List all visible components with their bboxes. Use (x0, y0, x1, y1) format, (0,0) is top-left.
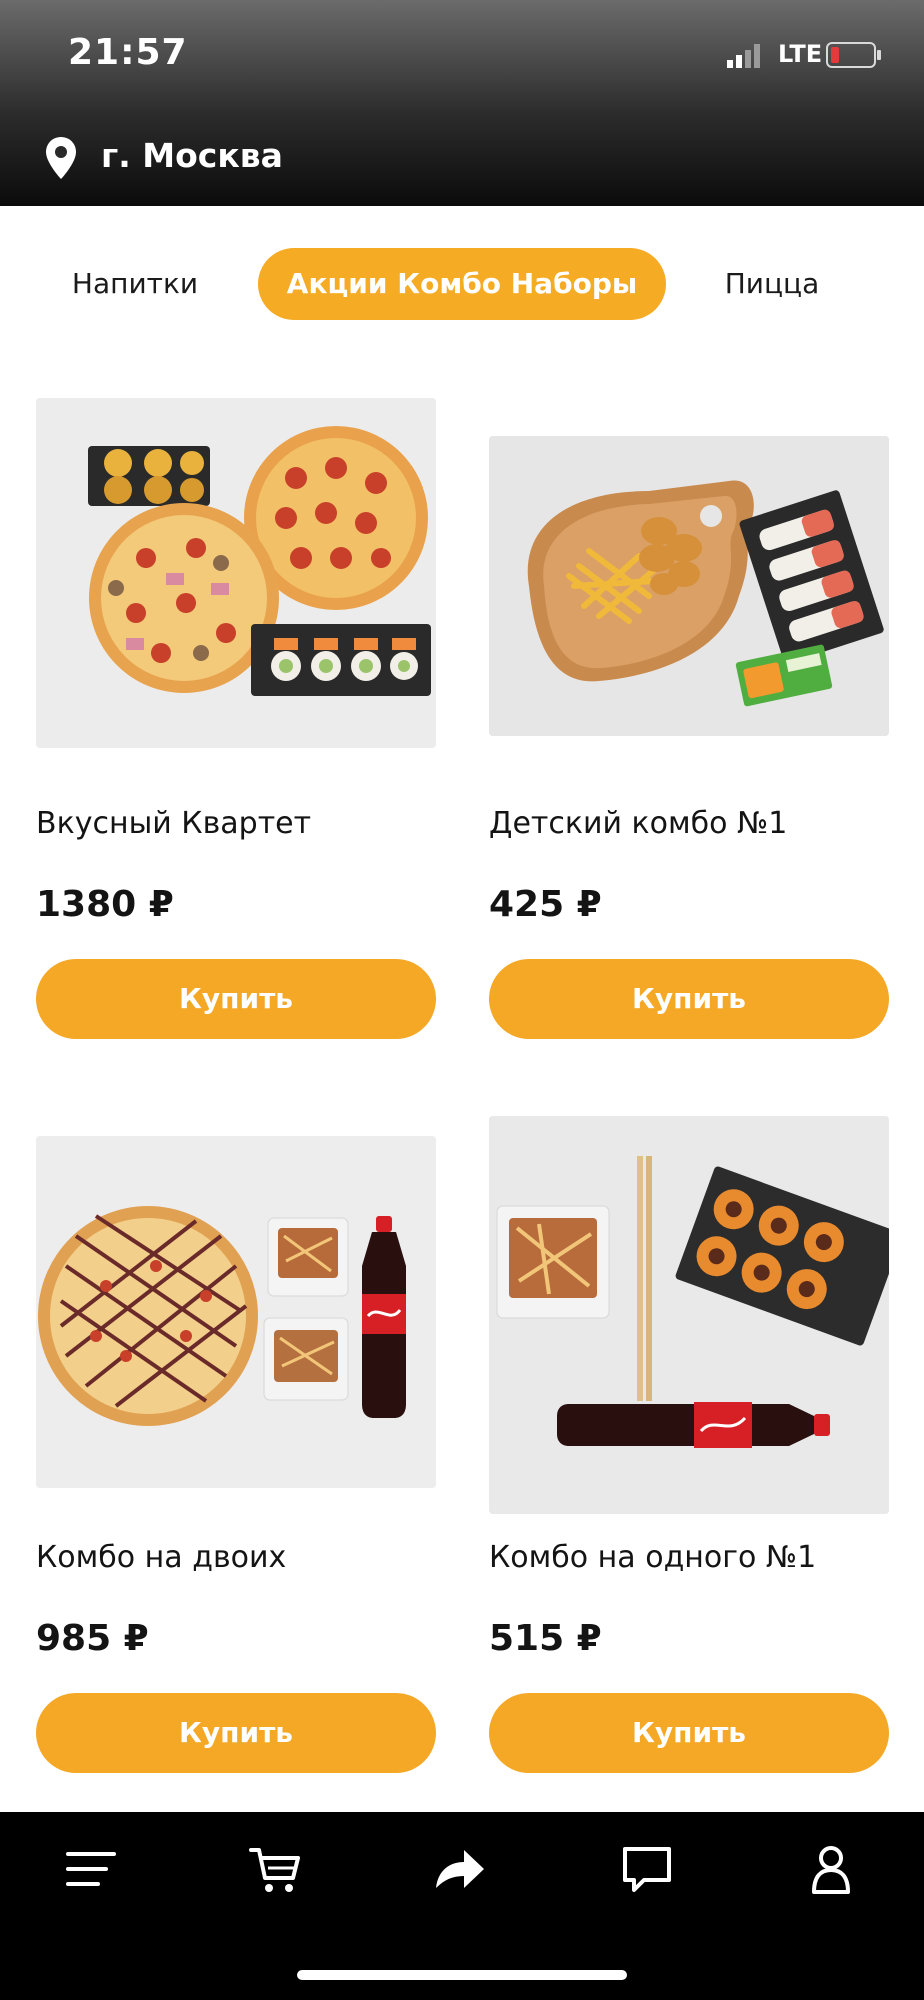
network-type: LTE (778, 40, 823, 68)
combo-for-two-photo (36, 1136, 436, 1488)
product-image[interactable] (36, 398, 436, 748)
product-price: 425 ₽ (489, 884, 602, 925)
product-name: Комбо на двоих (36, 1540, 287, 1575)
buy-button[interactable]: Купить (489, 1693, 889, 1773)
buy-button[interactable]: Купить (489, 959, 889, 1039)
product-name: Комбо на одного №1 (489, 1540, 817, 1575)
battery-low-icon (826, 42, 881, 68)
profile-icon[interactable] (804, 1842, 858, 1896)
combo-for-one-photo (489, 1116, 889, 1514)
product-image[interactable] (36, 1136, 436, 1488)
signal-bars-icon (727, 44, 760, 68)
buy-button[interactable]: Купить (36, 1693, 436, 1773)
product-name: Вкусный Квартет (36, 806, 312, 841)
home-indicator (297, 1970, 627, 1980)
city-selector[interactable]: г. Москва (101, 136, 283, 175)
share-icon[interactable] (432, 1842, 486, 1896)
location-pin-icon[interactable] (44, 136, 78, 180)
product-price: 515 ₽ (489, 1618, 602, 1659)
app-header: 21:57 LTE г. Москва (0, 0, 924, 206)
combo-quartet-photo (36, 398, 436, 748)
buy-button[interactable]: Купить (36, 959, 436, 1039)
product-image[interactable] (489, 1116, 889, 1514)
product-name: Детский комбо №1 (489, 806, 788, 841)
product-image[interactable] (489, 436, 889, 736)
product-price: 1380 ₽ (36, 884, 174, 925)
kids-combo-photo (489, 436, 889, 736)
cart-icon[interactable] (248, 1842, 302, 1896)
product-price: 985 ₽ (36, 1618, 149, 1659)
chat-icon[interactable] (620, 1842, 674, 1896)
menu-icon[interactable] (64, 1842, 118, 1896)
status-time: 21:57 (68, 32, 188, 73)
tab-combo-sets[interactable]: Акции Комбо Наборы (258, 248, 666, 320)
tab-pizza[interactable]: Пицца (712, 248, 832, 320)
tab-drinks[interactable]: Напитки (55, 248, 215, 320)
